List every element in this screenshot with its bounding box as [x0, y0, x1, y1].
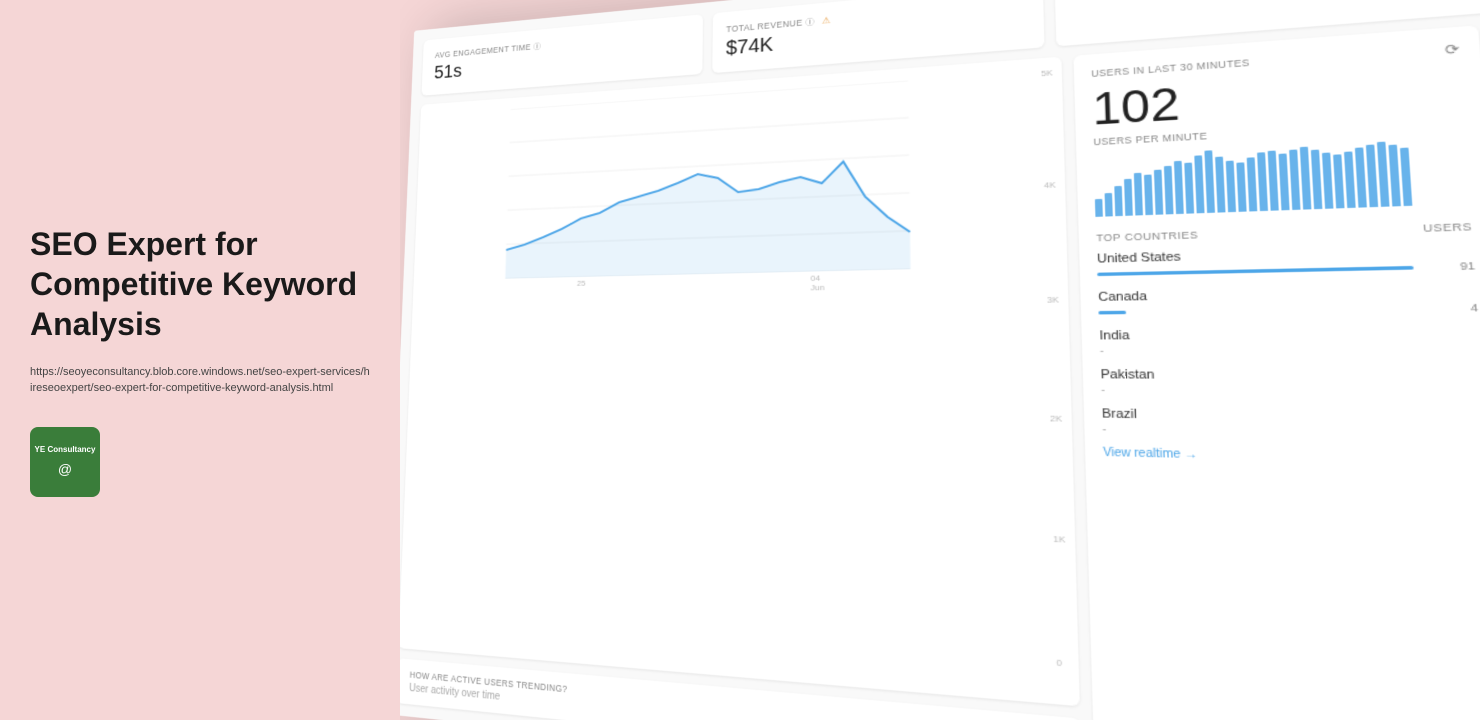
us-value: 91 [1460, 260, 1476, 273]
country-name-ca: Canada [1098, 284, 1477, 304]
bar-2 [1105, 193, 1113, 216]
y-label-4k: 4K [1044, 180, 1056, 190]
page-title: SEO Expert for Competitive Keyword Analy… [30, 224, 370, 344]
bar-23 [1322, 152, 1333, 209]
x-label-1 [474, 281, 475, 298]
bar-9 [1174, 161, 1184, 214]
engagement-card: Avg engagement time ⓘ 51s [421, 14, 702, 96]
bar-13 [1215, 156, 1225, 213]
country-name-in: India [1099, 326, 1480, 343]
country-bar-br: - [1102, 423, 1480, 442]
bar-6 [1144, 175, 1153, 215]
y-label-5k: 5K [1041, 68, 1053, 78]
warning-icon: ⚠ [822, 15, 830, 26]
dashboard-container: Avg engagement time ⓘ 51s Total revenue … [400, 0, 1480, 720]
bar-14 [1226, 160, 1236, 212]
bar-5 [1134, 172, 1143, 215]
main-content-row: 5K 4K 3K 2K 1K 0 [400, 0, 1480, 720]
country-name-pk: Pakistan [1100, 368, 1480, 384]
mini-bar-chart [1094, 138, 1471, 217]
bar-20 [1289, 149, 1300, 210]
bar-22 [1311, 150, 1322, 209]
country-bar-in: - [1100, 344, 1480, 357]
dashboard-inner: Avg engagement time ⓘ 51s Total revenue … [400, 0, 1480, 720]
bar-21 [1300, 147, 1312, 210]
view-realtime-link[interactable]: View realtime → [1103, 447, 1480, 469]
bar-17 [1257, 153, 1268, 211]
bar-10 [1185, 162, 1195, 213]
ca-value: 4 [1470, 302, 1478, 314]
pk-dash: - [1101, 384, 1105, 396]
realtime-count: 102 [1092, 81, 1181, 132]
y-label-0: 0 [1056, 657, 1069, 669]
bar-26 [1355, 148, 1367, 208]
bar-27 [1366, 145, 1378, 207]
chart-area [505, 158, 910, 279]
line-chart-column: 5K 4K 3K 2K 1K 0 [400, 57, 1082, 720]
bar-29 [1389, 144, 1401, 206]
country-row-ca: Canada 4 [1098, 284, 1479, 318]
country-bar-ca: 4 [1099, 302, 1479, 318]
page-url[interactable]: https://seoyeconsultancy.blob.core.windo… [30, 364, 370, 397]
y-label-2k: 2K [1050, 413, 1062, 423]
line-chart-svg [426, 73, 1015, 280]
realtime-card: USERS IN LAST 30 MINUTES ⟳ 102 USERS PER… [1074, 25, 1480, 720]
in-dash: - [1100, 345, 1104, 356]
bar-4 [1124, 179, 1133, 216]
bar-25 [1344, 151, 1356, 208]
line-chart-card: 5K 4K 3K 2K 1K 0 [400, 57, 1080, 707]
refresh-icon[interactable]: ⟳ [1444, 41, 1460, 58]
realtime-column: USERS IN LAST 30 MINUTES ⟳ 102 USERS PER… [1074, 25, 1480, 720]
top-countries-header: TOP COUNTRIES USERS [1096, 221, 1473, 244]
bar-30 [1400, 147, 1412, 206]
country-row-pk: Pakistan - [1100, 368, 1480, 399]
bar-24 [1333, 154, 1344, 208]
bar-12 [1205, 150, 1216, 213]
bar-1 [1095, 198, 1103, 217]
analytics-panel: Avg engagement time ⓘ 51s Total revenue … [400, 0, 1480, 720]
br-dash: - [1102, 423, 1106, 435]
bar-16 [1247, 158, 1258, 212]
bar-11 [1195, 156, 1205, 214]
y-label-1k: 1K [1053, 533, 1066, 544]
logo-icon: @ [58, 460, 72, 478]
logo-badge: YE Consultancy @ [30, 427, 100, 497]
x-label-jun: 04Jun [811, 273, 825, 292]
country-row-us: United States 91 [1097, 243, 1476, 280]
logo-text: YE Consultancy [31, 445, 100, 455]
country-bar-pk: - [1101, 384, 1480, 399]
bar-7 [1154, 170, 1163, 215]
country-row-br: Brazil - [1102, 407, 1480, 442]
x-label-25: 25 [577, 279, 586, 297]
bar-28 [1377, 142, 1390, 207]
left-panel: SEO Expert for Competitive Keyword Analy… [0, 0, 400, 720]
bar-15 [1237, 162, 1247, 211]
realtime-header-label: USERS IN LAST 30 MINUTES [1091, 56, 1250, 78]
bar-8 [1164, 166, 1174, 215]
y-label-3k: 3K [1047, 295, 1059, 305]
bar-18 [1268, 150, 1279, 210]
ca-bar [1099, 310, 1127, 314]
bar-3 [1115, 185, 1124, 216]
country-row-in: India - [1099, 326, 1480, 356]
bar-19 [1279, 153, 1290, 210]
us-bar [1097, 265, 1414, 275]
